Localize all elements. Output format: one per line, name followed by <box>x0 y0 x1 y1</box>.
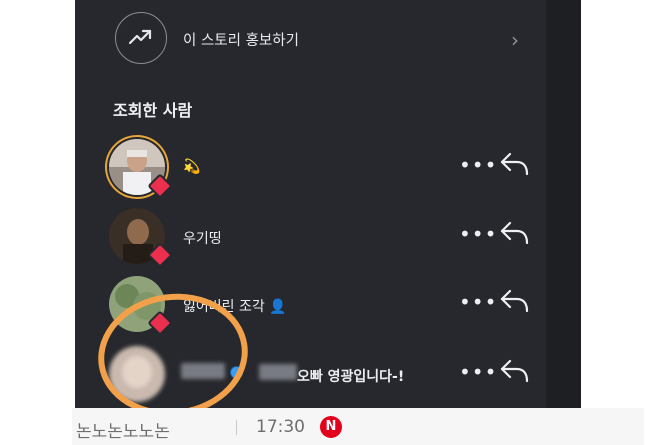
post-time: 17:30 <box>256 417 305 437</box>
post-footer: 논노논노노논 17:30 N <box>72 408 644 445</box>
viewer-message: 오빠 영광입니다-! <box>297 369 405 385</box>
reply-icon[interactable] <box>499 150 531 178</box>
reply-icon[interactable] <box>499 287 531 315</box>
more-options-icon[interactable]: ••• <box>459 222 497 246</box>
blurred-text <box>259 364 297 380</box>
trending-up-icon <box>115 12 167 64</box>
viewers-section-title: 조회한 사람 <box>113 101 193 120</box>
promote-story-label: 이 스토리 홍보하기 <box>183 33 299 49</box>
promote-story-row[interactable]: 이 스토리 홍보하기 › <box>115 12 535 68</box>
phone-edge <box>546 0 581 408</box>
reply-icon[interactable] <box>499 219 531 247</box>
more-options-icon[interactable]: ••• <box>459 290 497 314</box>
post-author[interactable]: 논노논노노논 <box>76 417 170 442</box>
viewer-name: 우기띵 <box>183 231 222 247</box>
viewer-row[interactable]: 💫 ••• <box>109 139 549 201</box>
new-badge-icon: N <box>320 416 342 438</box>
chevron-right-icon: › <box>511 28 519 52</box>
divider <box>236 420 237 435</box>
more-options-icon[interactable]: ••• <box>459 153 497 177</box>
viewer-row[interactable]: 우기띵 ••• <box>109 208 549 270</box>
reply-icon[interactable] <box>499 357 531 385</box>
viewer-name: 💫 <box>183 159 201 175</box>
more-options-icon[interactable]: ••• <box>459 360 497 384</box>
